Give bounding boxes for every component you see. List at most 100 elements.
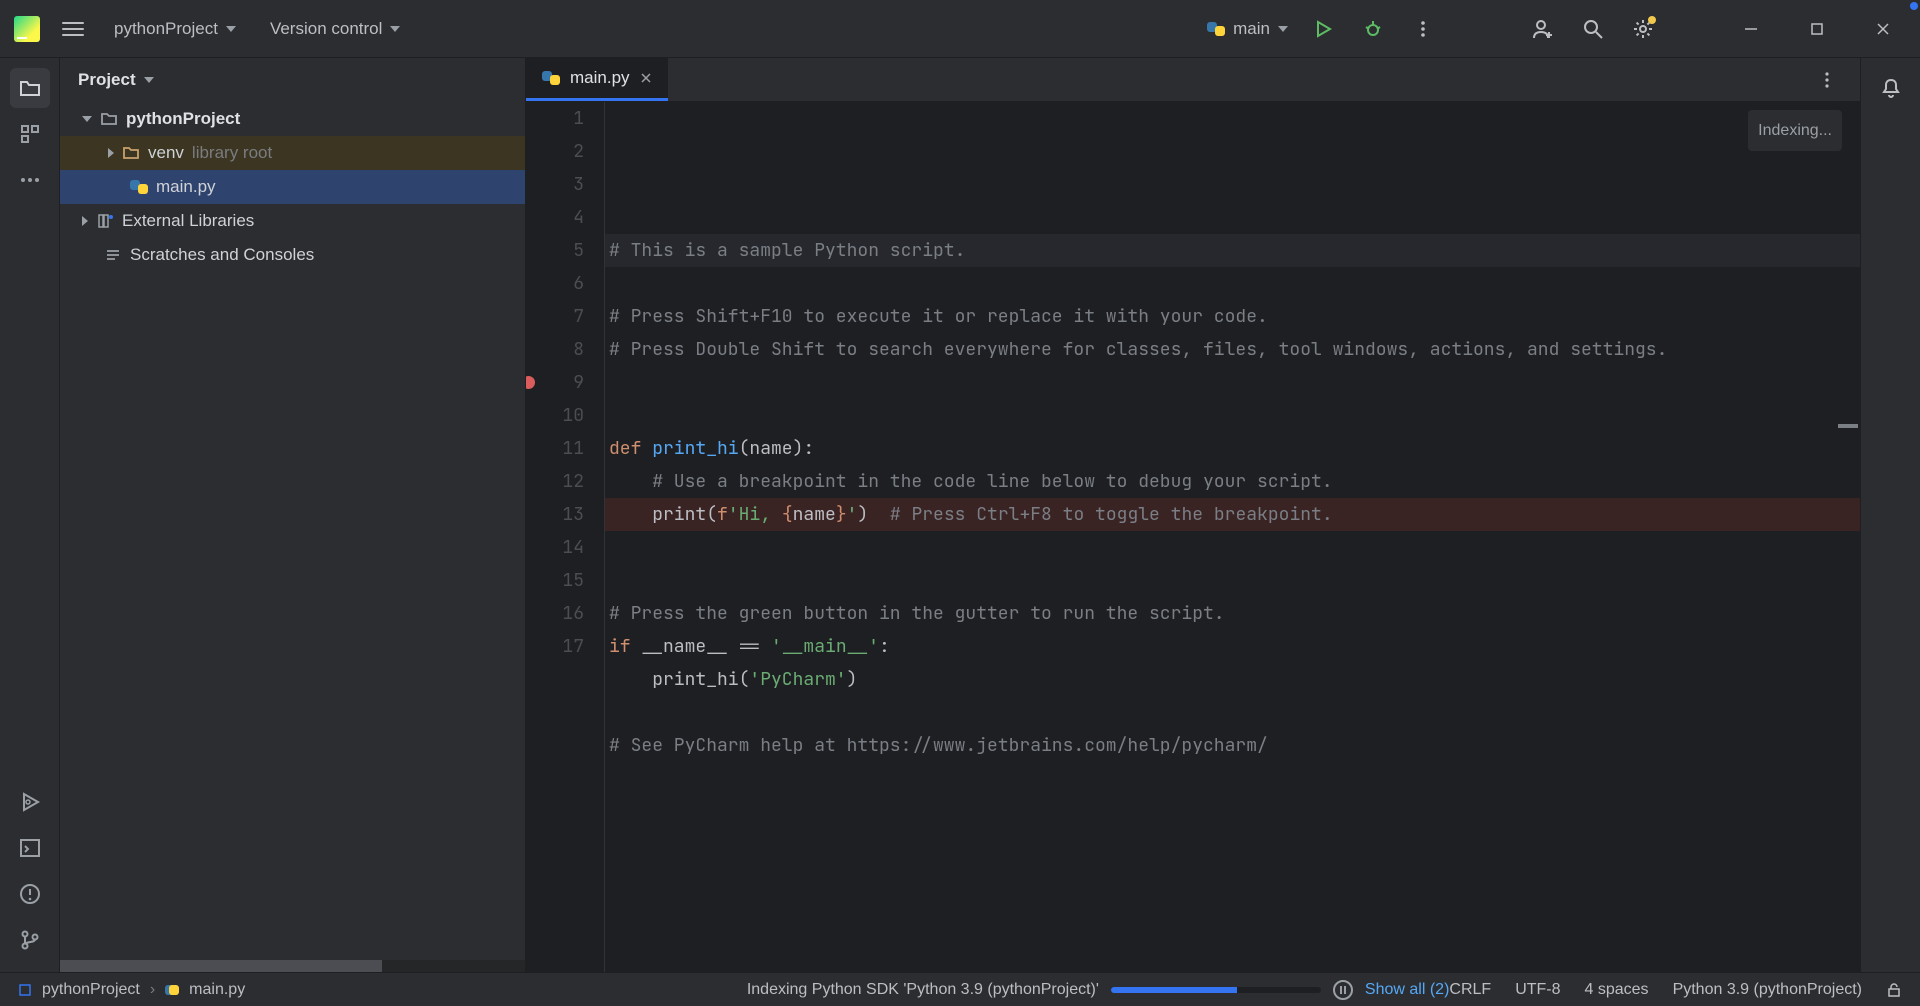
- code-line[interactable]: [605, 531, 1860, 564]
- chevron-down-icon: [82, 116, 92, 122]
- indexing-badge: Indexing...: [1748, 110, 1842, 151]
- code-token: (name):: [739, 437, 815, 460]
- bug-icon: [1363, 19, 1383, 39]
- close-window-button[interactable]: [1860, 9, 1906, 49]
- project-panel-header[interactable]: Project: [60, 58, 525, 102]
- code-token: print(: [609, 503, 717, 526]
- gutter-line[interactable]: 16: [526, 597, 584, 630]
- editor-tabs: main.py: [526, 58, 1860, 102]
- gutter-line[interactable]: 17: [526, 630, 584, 663]
- code-with-me-button[interactable]: [1528, 14, 1558, 44]
- gutter-line[interactable]: 9: [526, 366, 584, 399]
- code-line[interactable]: # See PyCharm help at https://www.jetbra…: [605, 729, 1860, 762]
- project-tool-button[interactable]: [10, 68, 50, 108]
- tree-main-file[interactable]: main.py: [60, 170, 525, 204]
- debug-button[interactable]: [1358, 14, 1388, 44]
- code-line[interactable]: print(f'Hi, {name}') # Press Ctrl+F8 to …: [605, 498, 1860, 531]
- more-tools-button[interactable]: [10, 160, 50, 200]
- editor-gutter[interactable]: 1234567891011121314151617: [526, 102, 604, 972]
- code-line[interactable]: [605, 762, 1860, 795]
- run-button[interactable]: [1308, 14, 1338, 44]
- breadcrumb-file[interactable]: main.py: [189, 981, 245, 999]
- tree-external-libs[interactable]: External Libraries: [60, 204, 525, 238]
- more-actions-button[interactable]: [1408, 14, 1438, 44]
- code-line[interactable]: # Press Shift+F10 to execute it or repla…: [605, 300, 1860, 333]
- terminal-tool-button[interactable]: [10, 828, 50, 868]
- editor-body[interactable]: 1234567891011121314151617 Indexing... # …: [526, 102, 1860, 972]
- close-tab-button[interactable]: [640, 72, 652, 84]
- line-separator-widget[interactable]: CRLF: [1449, 981, 1491, 999]
- problems-tool-button[interactable]: [10, 874, 50, 914]
- breadcrumb-project[interactable]: pythonProject: [42, 981, 140, 999]
- vcs-dropdown[interactable]: Version control: [262, 13, 408, 45]
- code-line[interactable]: print_hi('PyCharm'): [605, 663, 1860, 696]
- project-horizontal-scrollbar[interactable]: [60, 960, 525, 972]
- editor-tab-main[interactable]: main.py: [526, 58, 668, 101]
- project-tree[interactable]: pythonProject venv library root main.py …: [60, 102, 525, 960]
- gutter-line[interactable]: 2: [526, 135, 584, 168]
- structure-tool-button[interactable]: [10, 114, 50, 154]
- chevron-right-icon: [82, 216, 88, 226]
- gutter-line[interactable]: 10: [526, 399, 584, 432]
- show-all-tasks-link[interactable]: Show all (2): [1365, 981, 1449, 999]
- vcs-tool-button[interactable]: [10, 920, 50, 960]
- gutter-line[interactable]: 8: [526, 333, 584, 366]
- gutter-line[interactable]: 12: [526, 465, 584, 498]
- ellipsis-icon: [19, 176, 41, 184]
- gutter-line[interactable]: 3: [526, 168, 584, 201]
- titlebar-right: main: [1207, 9, 1920, 49]
- chevron-right-icon: [108, 148, 114, 158]
- code-token: 'PyCharm': [749, 668, 846, 691]
- code-token: :: [879, 635, 890, 658]
- code-line[interactable]: # Use a breakpoint in the code line belo…: [605, 465, 1860, 498]
- gutter-line[interactable]: 14: [526, 531, 584, 564]
- editor-tab-label: main.py: [570, 68, 630, 88]
- code-line[interactable]: if __name__ == '__main__':: [605, 630, 1860, 663]
- python-console-tool-button[interactable]: [10, 782, 50, 822]
- tree-venv[interactable]: venv library root: [60, 136, 525, 170]
- gutter-line[interactable]: 7: [526, 300, 584, 333]
- code-line[interactable]: [605, 696, 1860, 729]
- project-dropdown[interactable]: pythonProject: [106, 13, 244, 45]
- code-line[interactable]: [605, 564, 1860, 597]
- code-line[interactable]: [605, 366, 1860, 399]
- code-line[interactable]: def print_hi(name):: [605, 432, 1860, 465]
- code-line[interactable]: # This is a sample Python script.: [605, 234, 1860, 267]
- gutter-line[interactable]: 1: [526, 102, 584, 135]
- editor-more-button[interactable]: [1812, 65, 1842, 95]
- maximize-window-button[interactable]: [1794, 9, 1840, 49]
- gutter-line[interactable]: 13: [526, 498, 584, 531]
- indent-widget[interactable]: 4 spaces: [1585, 981, 1649, 999]
- code-token: def: [609, 437, 652, 460]
- main-area: Project pythonProject venv library root …: [0, 58, 1920, 972]
- code-token: }: [836, 503, 847, 526]
- main-menu-button[interactable]: [58, 14, 88, 44]
- code-line[interactable]: # Press the green button in the gutter t…: [605, 597, 1860, 630]
- minimize-window-button[interactable]: [1728, 9, 1774, 49]
- chevron-down-icon: [390, 26, 400, 32]
- search-everywhere-button[interactable]: [1578, 14, 1608, 44]
- gutter-line[interactable]: 15: [526, 564, 584, 597]
- git-branch-icon: [19, 929, 41, 951]
- encoding-widget[interactable]: UTF-8: [1515, 981, 1560, 999]
- gutter-line[interactable]: 4: [526, 201, 584, 234]
- interpreter-widget[interactable]: Python 3.9 (pythonProject): [1673, 981, 1862, 999]
- project-dropdown-label: pythonProject: [114, 19, 218, 39]
- code-line[interactable]: [605, 267, 1860, 300]
- notifications-button[interactable]: [1871, 68, 1911, 108]
- gutter-line[interactable]: 11: [526, 432, 584, 465]
- settings-button[interactable]: [1628, 14, 1658, 44]
- breakpoint-icon[interactable]: [526, 376, 535, 389]
- tree-scratches[interactable]: Scratches and Consoles: [60, 238, 525, 272]
- pause-indexing-button[interactable]: [1333, 980, 1353, 1000]
- gutter-line[interactable]: 6: [526, 267, 584, 300]
- code-line[interactable]: [605, 399, 1860, 432]
- gutter-line[interactable]: 5: [526, 234, 584, 267]
- readonly-toggle[interactable]: [1886, 982, 1902, 998]
- tabs-spacer: [668, 58, 1812, 101]
- code-line[interactable]: # Press Double Shift to search everywher…: [605, 333, 1860, 366]
- editor-code[interactable]: Indexing... # This is a sample Python sc…: [605, 102, 1860, 972]
- tree-root[interactable]: pythonProject: [60, 102, 525, 136]
- run-config-dropdown[interactable]: main: [1207, 19, 1288, 39]
- scrollbar-thumb[interactable]: [60, 960, 382, 972]
